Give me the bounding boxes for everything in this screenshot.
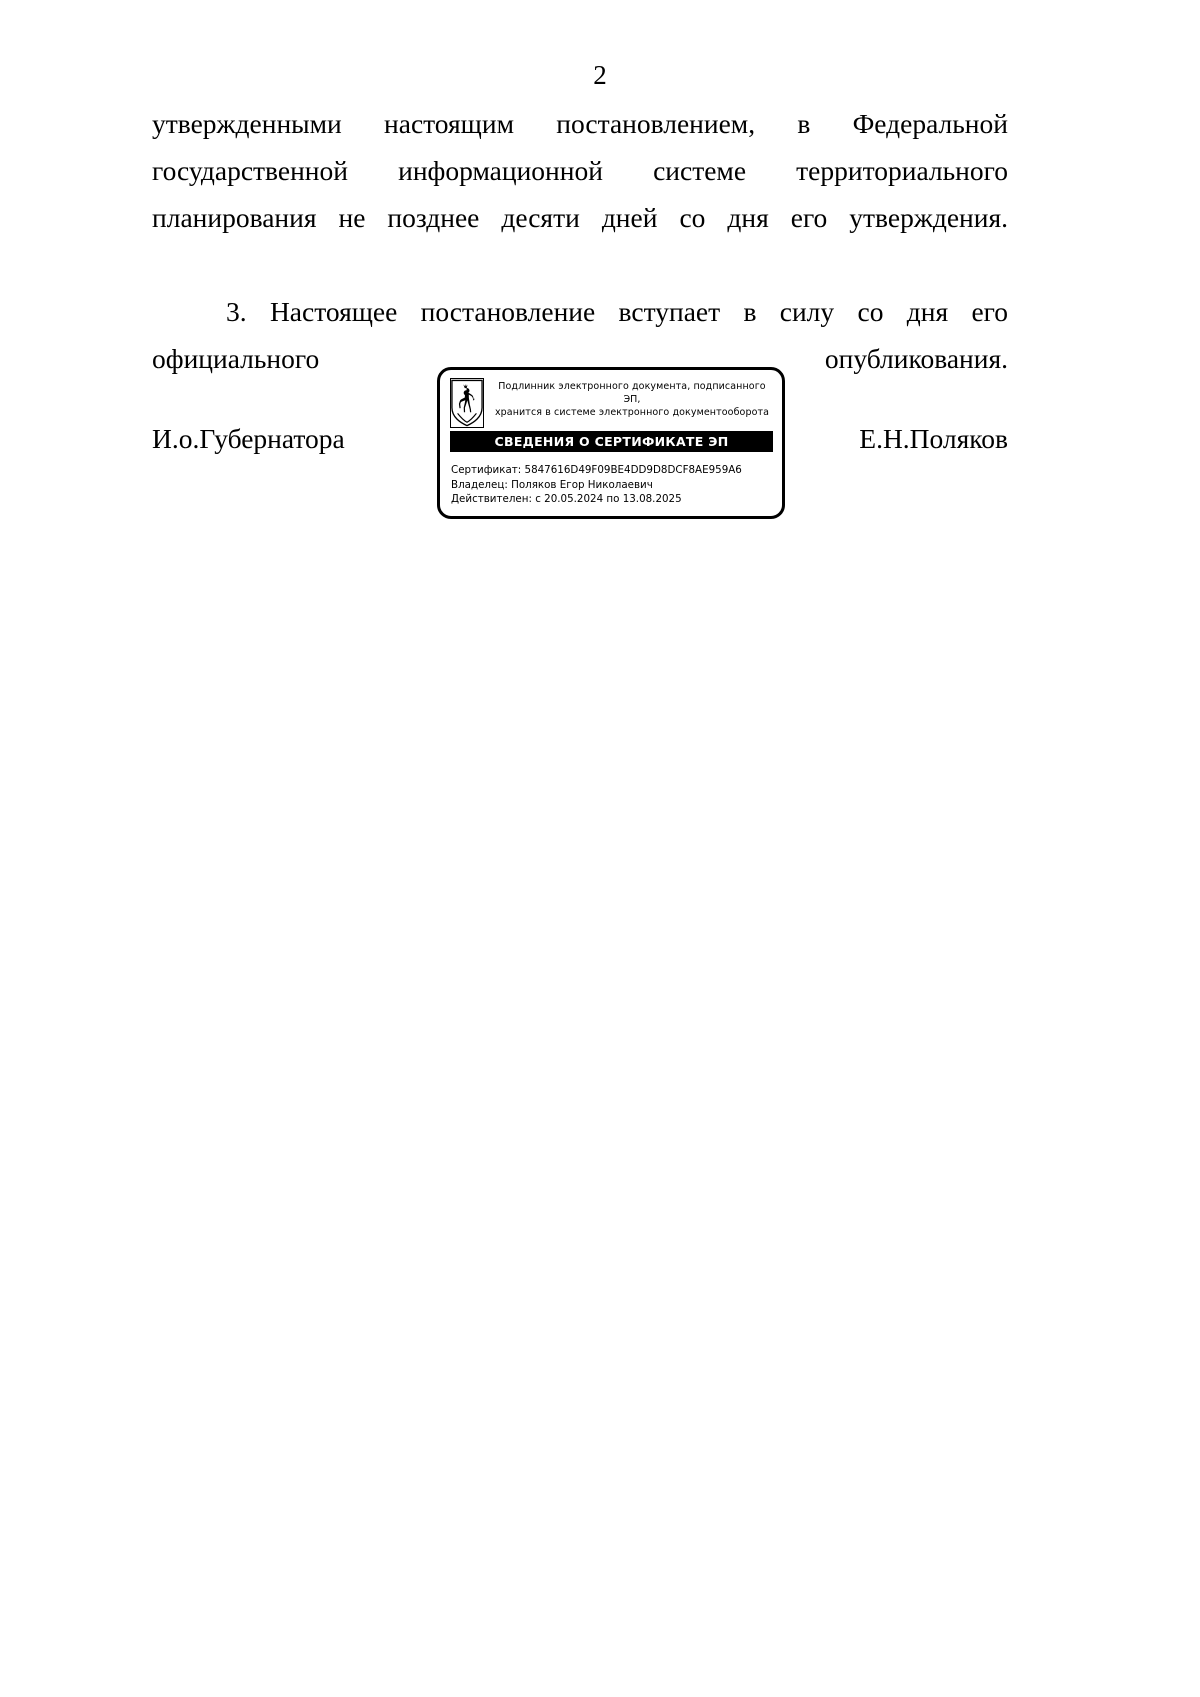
stamp-header-line-1: Подлинник электронного документа, подпис…	[498, 381, 766, 405]
certificate-row: Сертификат: 5847616D49F09BE4DD9D8DCF8AE9…	[451, 463, 774, 478]
electronic-signature-stamp: Подлинник электронного документа, подпис…	[437, 367, 785, 519]
document-page: 2 утвержденными настоящим постановлением…	[0, 0, 1200, 1697]
certificate-label: Сертификат:	[451, 464, 522, 476]
stamp-banner: СВЕДЕНИЯ О СЕРТИФИКАТЕ ЭП	[450, 431, 773, 452]
stamp-details: Сертификат: 5847616D49F09BE4DD9D8DCF8AE9…	[451, 463, 774, 507]
owner-row: Владелец: Поляков Егор Николаевич	[451, 478, 774, 493]
validity-value: с 20.05.2024 по 13.08.2025	[535, 493, 682, 505]
validity-label: Действителен:	[451, 493, 532, 505]
stamp-header-text: Подлинник электронного документа, подпис…	[484, 378, 774, 419]
certificate-value: 5847616D49F09BE4DD9D8DCF8AE959A6	[524, 464, 742, 476]
owner-value: Поляков Егор Николаевич	[511, 478, 653, 491]
signatory-name: Е.Н.Поляков	[859, 423, 1008, 454]
validity-row: Действителен: с 20.05.2024 по 13.08.2025	[451, 492, 774, 507]
page-number: 2	[593, 60, 607, 90]
signatory-title: И.о.Губернатора	[152, 423, 345, 454]
stamp-header: Подлинник электронного документа, подпис…	[450, 378, 774, 428]
paragraph-continued: утвержденными настоящим постановлением, …	[152, 108, 1008, 233]
owner-label: Владелец:	[451, 478, 508, 491]
coat-of-arms-deer-icon	[450, 378, 484, 428]
stamp-header-line-2: хранится в системе электронного документ…	[494, 407, 770, 418]
